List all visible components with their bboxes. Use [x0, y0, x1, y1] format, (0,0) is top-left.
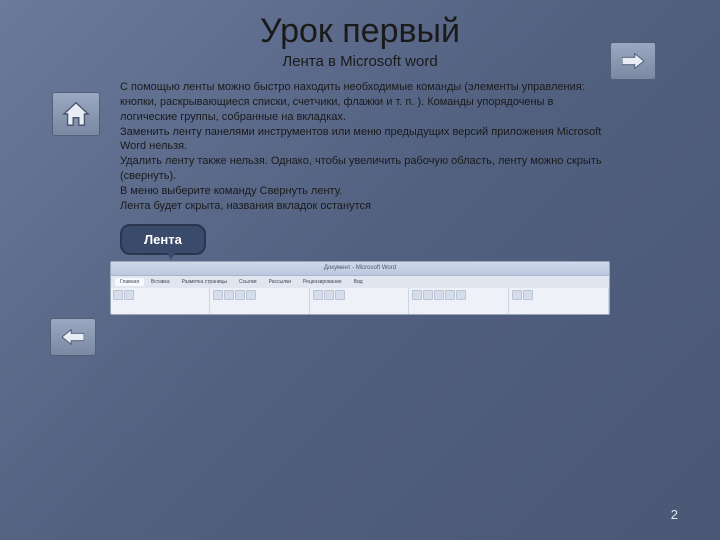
previous-button[interactable] [50, 318, 96, 356]
ribbon-tab: Главная [115, 278, 144, 286]
callout-label: Лента [120, 224, 206, 255]
page-number: 2 [671, 507, 678, 522]
callout-container: Лента [120, 224, 720, 255]
ribbon-window-title: Документ - Microsoft Word [111, 262, 609, 276]
ribbon-tab: Вид [349, 278, 368, 286]
ribbon-content [111, 288, 609, 315]
ribbon-tab: Рецензирование [298, 278, 347, 286]
ribbon-tab: Ссылки [234, 278, 262, 286]
next-button[interactable] [610, 42, 656, 80]
ribbon-tabs: Главная Вставка Разметка страницы Ссылки… [111, 276, 609, 288]
ribbon-screenshot: Документ - Microsoft Word Главная Вставк… [110, 261, 610, 315]
ribbon-tab: Разметка страницы [177, 278, 232, 286]
arrow-left-icon [62, 329, 84, 345]
ribbon-tab: Рассылки [264, 278, 296, 286]
house-icon [61, 99, 91, 129]
arrow-right-icon [622, 53, 644, 69]
home-button[interactable] [52, 92, 100, 136]
body-text: С помощью ленты можно быстро находить не… [120, 80, 610, 214]
callout-tail [165, 250, 177, 260]
ribbon-tab: Вставка [146, 278, 175, 286]
